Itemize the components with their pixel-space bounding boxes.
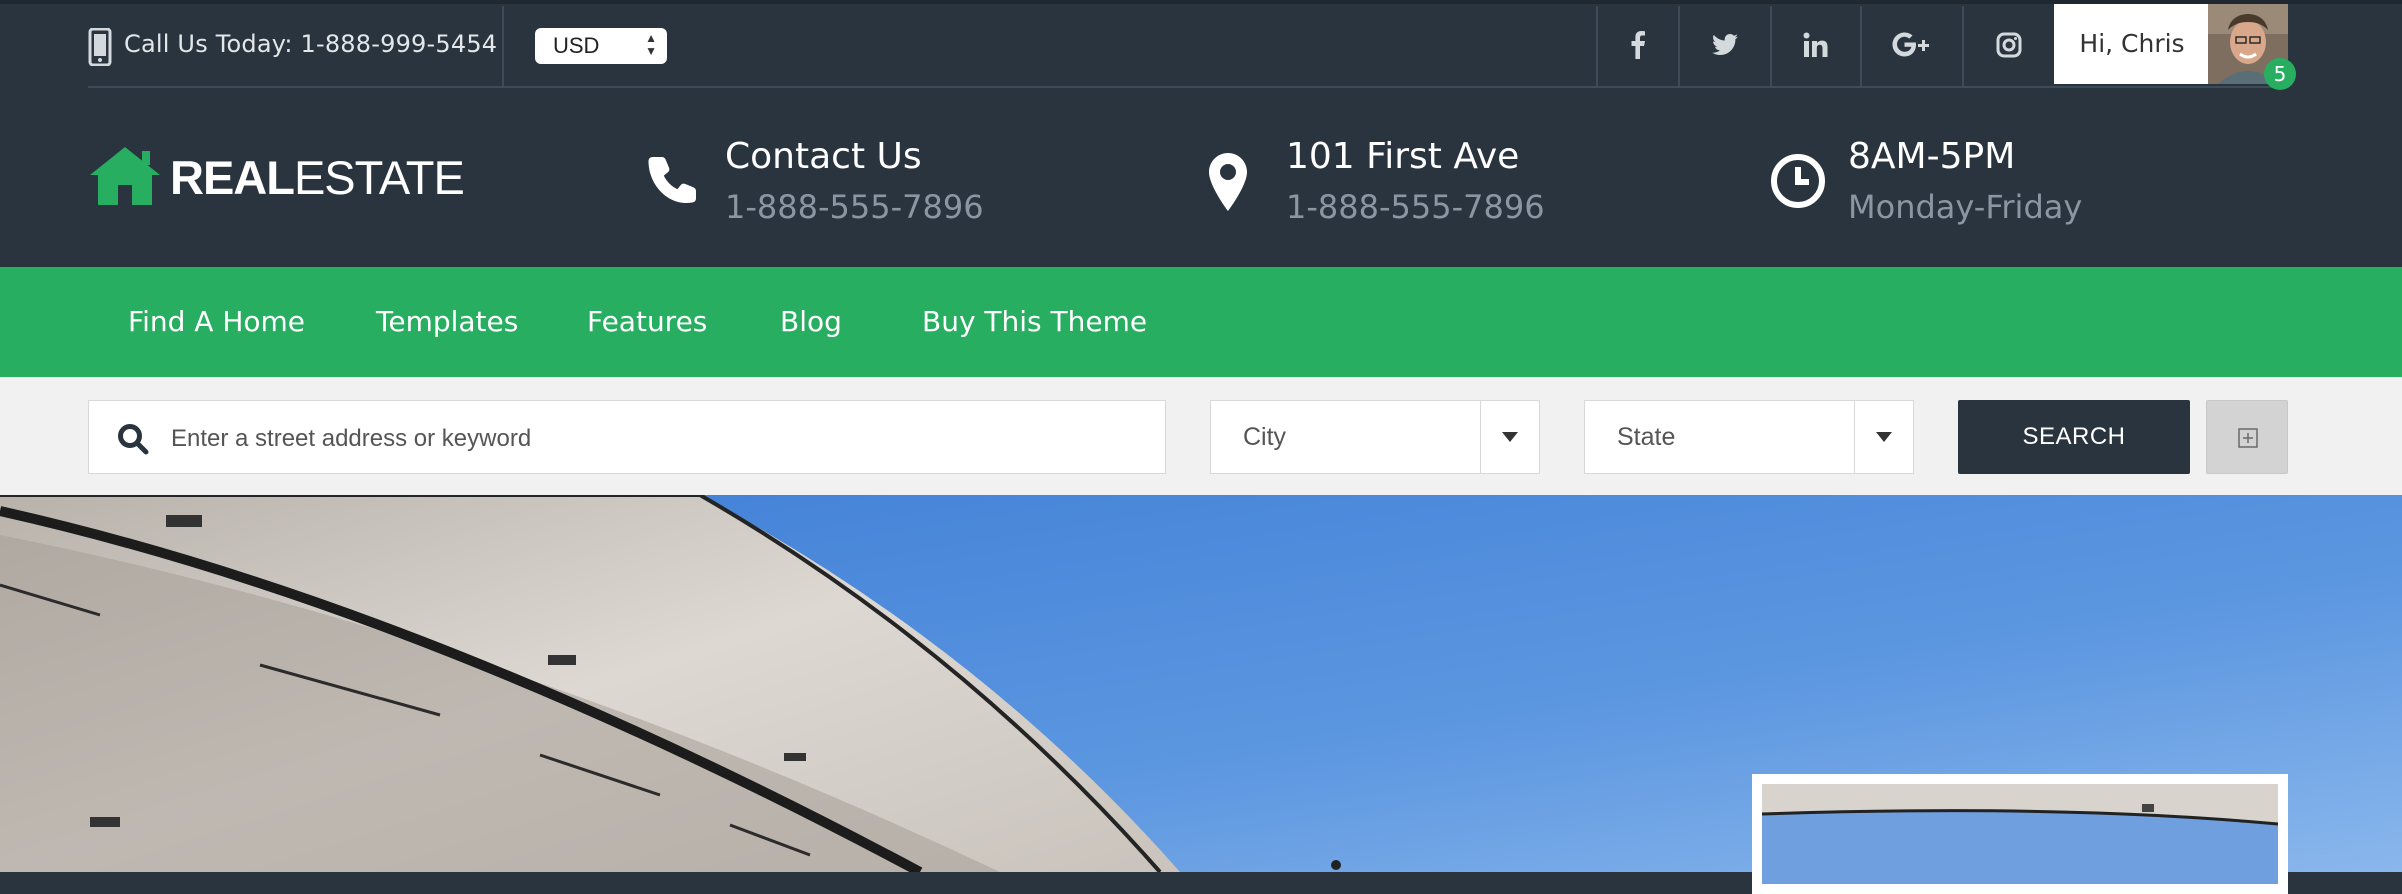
instagram-link[interactable] <box>1964 4 2054 86</box>
google-plus-link[interactable] <box>1862 4 1962 86</box>
address-phone: 1-888-555-7896 <box>1286 188 1545 226</box>
currency-value: USD <box>553 33 600 58</box>
contact-title: Contact Us <box>725 136 922 177</box>
city-dropdown-toggle[interactable] <box>1480 401 1539 473</box>
site-logo-text[interactable]: REALESTATE <box>170 150 465 206</box>
call-us-text: Call Us Today: 1-888-999-5454 <box>124 30 498 58</box>
caret-down-icon <box>1876 432 1892 442</box>
contact-phone: 1-888-555-7896 <box>725 188 984 226</box>
search-button[interactable]: SEARCH <box>1958 400 2190 474</box>
plus-square-icon <box>2238 428 2258 448</box>
top-bar-divider <box>88 86 2286 88</box>
phone-icon <box>648 157 696 203</box>
address-title: 101 First Ave <box>1286 136 1520 177</box>
main-nav <box>0 267 2402 377</box>
linkedin-link[interactable] <box>1772 4 1860 86</box>
google-plus-icon <box>1892 32 1929 57</box>
facebook-icon <box>1631 31 1645 59</box>
nav-templates[interactable]: Templates <box>376 267 518 377</box>
nav-features[interactable]: Features <box>587 267 707 377</box>
nav-find-a-home[interactable]: Find A Home <box>128 267 305 377</box>
city-select[interactable]: City <box>1210 400 1540 474</box>
search-placeholder: Enter a street address or keyword <box>171 425 532 452</box>
nav-buy-this-theme[interactable]: Buy This Theme <box>922 267 1147 377</box>
logo-light: ESTATE <box>293 151 465 204</box>
state-dropdown-toggle[interactable] <box>1854 401 1913 473</box>
logo-bold: REAL <box>170 151 295 204</box>
map-pin-icon <box>1209 153 1247 211</box>
state-label: State <box>1617 423 1676 451</box>
hours-title: 8AM-5PM <box>1848 136 2016 177</box>
currency-select[interactable]: USD ▲ ▼ <box>535 28 667 64</box>
twitter-link[interactable] <box>1680 4 1770 86</box>
select-arrows-icon: ▲ ▼ <box>645 31 657 58</box>
caret-down-icon <box>1502 432 1518 442</box>
linkedin-icon <box>1803 32 1828 57</box>
house-logo-icon[interactable] <box>88 145 162 207</box>
search-icon <box>118 424 149 455</box>
facebook-link[interactable] <box>1598 4 1678 86</box>
advanced-search-button[interactable] <box>2206 400 2288 474</box>
user-greeting[interactable]: Hi, Chris <box>2054 4 2210 84</box>
mobile-phone-icon <box>88 28 112 66</box>
notification-badge[interactable]: 5 <box>2264 58 2296 90</box>
state-select[interactable]: State <box>1584 400 1914 474</box>
clock-icon <box>1771 154 1825 208</box>
search-input[interactable]: Enter a street address or keyword <box>88 400 1166 474</box>
twitter-icon <box>1712 34 1738 55</box>
featured-listing-thumbnail[interactable] <box>1752 774 2288 894</box>
divider <box>502 6 504 86</box>
listing-photo <box>1762 784 2278 884</box>
instagram-icon <box>1996 32 2022 58</box>
nav-blog[interactable]: Blog <box>780 267 842 377</box>
hours-days: Monday-Friday <box>1848 188 2083 226</box>
city-label: City <box>1243 423 1287 451</box>
